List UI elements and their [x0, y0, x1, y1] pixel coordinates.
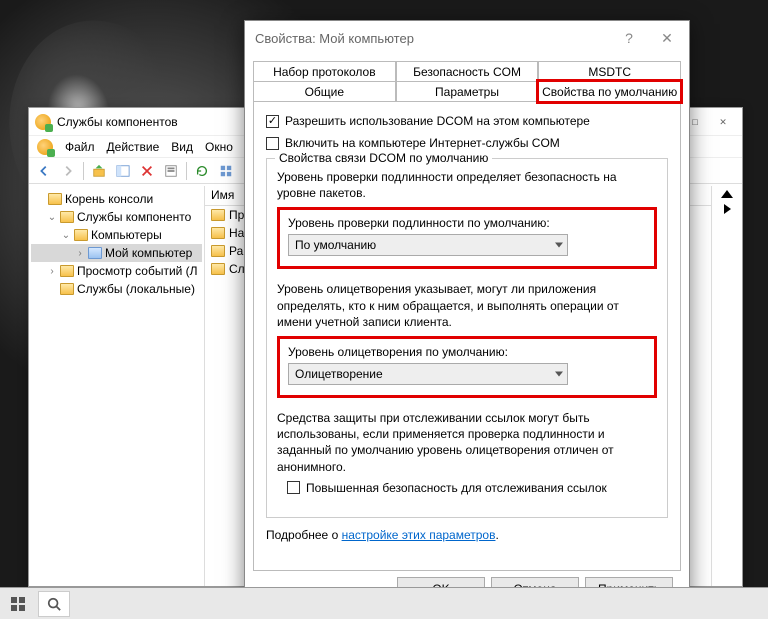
tree-local-services[interactable]: Службы (локальные) — [31, 280, 202, 298]
tab-page-default-properties: ✓ Разрешить использование DCOM на этом к… — [253, 101, 681, 571]
view-large-icons-button[interactable] — [215, 160, 237, 182]
dialog-title-text: Свойства: Мой компьютер — [255, 31, 414, 46]
properties-button[interactable] — [160, 160, 182, 182]
more-info-row: Подробнее о настройке этих параметров. — [266, 528, 668, 542]
component-services-icon — [35, 114, 51, 130]
secure-reference-tracking-checkbox[interactable]: Повышенная безопасность для отслеживания… — [287, 481, 657, 495]
folder-icon — [211, 263, 225, 275]
forward-button[interactable] — [57, 160, 79, 182]
enable-com-internet-checkbox[interactable]: Включить на компьютере Интернет-службы C… — [266, 136, 668, 150]
tree-my-computer[interactable]: ›Мой компьютер — [31, 244, 202, 262]
tab-msdtc[interactable]: MSDTC — [538, 61, 681, 82]
enable-dcom-checkbox[interactable]: ✓ Разрешить использование DCOM на этом к… — [266, 114, 668, 128]
gear-icon — [60, 283, 74, 295]
menu-action[interactable]: Действие — [107, 140, 160, 154]
show-hide-tree-button[interactable] — [112, 160, 134, 182]
tab-strip: Набор протоколов Безопасность COM MSDTC … — [253, 61, 681, 101]
auth-level-group: Уровень проверки подлинности по умолчани… — [277, 207, 657, 269]
menu-window[interactable]: Окно — [205, 140, 233, 154]
refresh-button[interactable] — [191, 160, 213, 182]
up-button[interactable] — [88, 160, 110, 182]
auth-level-value: По умолчанию — [295, 238, 376, 252]
folder-icon — [60, 211, 74, 223]
dialog-titlebar[interactable]: Свойства: Мой компьютер ? ✕ — [245, 21, 689, 55]
folder-icon — [211, 227, 225, 239]
fieldset-legend: Свойства связи DCOM по умолчанию — [275, 151, 492, 165]
taskbar[interactable] — [0, 587, 768, 619]
auth-description: Уровень проверки подлинности определяет … — [277, 169, 657, 201]
tracking-description: Средства защиты при отслеживании ссылок … — [277, 410, 657, 475]
default-dcom-communication-fieldset: Свойства связи DCOM по умолчанию Уровень… — [266, 158, 668, 518]
tab-protocols[interactable]: Набор протоколов — [253, 61, 396, 82]
impersonation-level-label: Уровень олицетворения по умолчанию: — [288, 345, 646, 359]
taskbar-item[interactable] — [38, 591, 70, 617]
start-button[interactable] — [0, 588, 36, 619]
folder-icon — [48, 193, 62, 205]
tree-computers[interactable]: ⌄Компьютеры — [31, 226, 202, 244]
mmc-title-text: Службы компонентов — [57, 115, 178, 129]
auth-level-label: Уровень проверки подлинности по умолчани… — [288, 216, 646, 230]
console-tree[interactable]: Корень консоли ⌄Службы компоненто ⌄Компь… — [29, 186, 205, 586]
close-button[interactable]: ✕ — [655, 30, 679, 47]
windows-logo-icon — [10, 596, 26, 612]
impersonation-level-value: Олицетворение — [295, 367, 383, 381]
tree-component-services[interactable]: ⌄Службы компоненто — [31, 208, 202, 226]
chevron-down-icon — [555, 371, 563, 376]
checkbox-icon — [266, 137, 279, 150]
checkbox-icon: ✓ — [266, 115, 279, 128]
computer-icon — [88, 247, 102, 259]
auth-level-combobox[interactable]: По умолчанию — [288, 234, 568, 256]
impersonation-level-combobox[interactable]: Олицетворение — [288, 363, 568, 385]
impersonation-level-group: Уровень олицетворения по умолчанию: Олиц… — [277, 336, 657, 398]
folder-icon — [211, 245, 225, 257]
tab-com-security[interactable]: Безопасность COM — [396, 61, 539, 82]
folder-icon — [211, 209, 225, 221]
component-services-icon — [37, 139, 53, 155]
folder-icon — [60, 265, 74, 277]
help-button[interactable]: ? — [617, 30, 641, 47]
impersonation-description: Уровень олицетворения указывает, могут л… — [277, 281, 657, 330]
collapse-icon[interactable] — [721, 190, 733, 198]
tree-root[interactable]: Корень консоли — [31, 190, 202, 208]
menu-view[interactable]: Вид — [171, 140, 193, 154]
close-button[interactable]: ✕ — [710, 112, 736, 132]
chevron-down-icon — [555, 243, 563, 248]
tab-options[interactable]: Параметры — [396, 81, 539, 102]
tab-default-properties[interactable]: Свойства по умолчанию — [538, 81, 681, 102]
actions-pane — [712, 186, 742, 586]
search-icon — [47, 597, 61, 611]
menu-file[interactable]: Файл — [65, 140, 95, 154]
tree-event-viewer[interactable]: ›Просмотр событий (Л — [31, 262, 202, 280]
more-info-link[interactable]: настройке этих параметров — [342, 528, 496, 542]
checkbox-icon — [287, 481, 300, 494]
tab-general[interactable]: Общие — [253, 81, 396, 102]
expand-icon[interactable] — [724, 204, 731, 214]
delete-button[interactable] — [136, 160, 158, 182]
my-computer-properties-dialog: Свойства: Мой компьютер ? ✕ Набор проток… — [244, 20, 690, 618]
folder-icon — [74, 229, 88, 241]
back-button[interactable] — [33, 160, 55, 182]
